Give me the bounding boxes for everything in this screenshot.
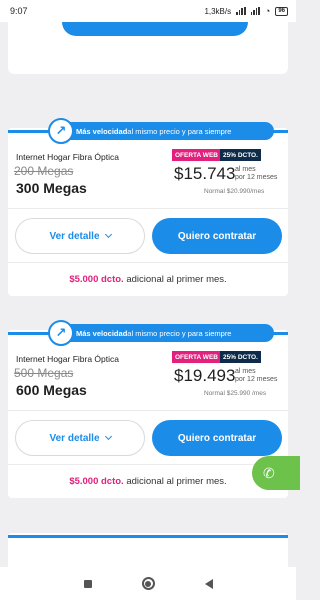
speed-banner: ↗ Más velocidad al mismo precio y para s… bbox=[48, 320, 274, 346]
divider bbox=[8, 262, 288, 263]
banner-bold-text: Más velocidad bbox=[76, 126, 128, 136]
new-speed: 300 Megas bbox=[16, 180, 87, 196]
discount-tag: 25% DCTO. bbox=[220, 149, 261, 161]
old-speed: 500 Megas bbox=[14, 366, 74, 380]
normal-price: Normal $25.990 /mes bbox=[204, 390, 267, 397]
speed-banner: ↗ Más velocidad al mismo precio y para s… bbox=[48, 118, 274, 144]
speed-up-arrow-icon: ↗ bbox=[48, 320, 74, 346]
speed-up-arrow-icon: ↗ bbox=[48, 118, 74, 144]
card-accent-line bbox=[8, 535, 288, 538]
price-period-month: al mes bbox=[235, 166, 256, 173]
price-period-month: al mes bbox=[235, 368, 256, 375]
extra-discount-amount: $5.000 dcto. bbox=[69, 476, 124, 487]
status-bar: 9:07 1,3kB/s ◔ 96 bbox=[0, 0, 296, 22]
price-period: al mes por 12 meses bbox=[235, 166, 277, 182]
divider bbox=[8, 208, 288, 209]
price: $19.493 bbox=[174, 366, 236, 385]
old-speed: 200 Megas bbox=[14, 164, 74, 178]
status-icons: 1,3kB/s ◔ 96 bbox=[204, 6, 288, 16]
price-period: al mes por 12 meses bbox=[235, 368, 277, 384]
next-plan-card bbox=[8, 533, 288, 567]
discount-tag: 25% DCTO. bbox=[220, 351, 261, 363]
buy-button[interactable]: Quiero contratar bbox=[152, 218, 282, 254]
signal-icon bbox=[236, 7, 246, 15]
battery-icon: 96 bbox=[275, 6, 288, 16]
price-period-duration: por 12 meses bbox=[235, 174, 278, 181]
view-detail-button[interactable]: Ver detalle bbox=[15, 218, 145, 254]
extra-discount: $5.000 dcto. adicional al primer mes. bbox=[8, 476, 288, 487]
chevron-down-icon bbox=[104, 432, 112, 441]
banner-text: al mismo precio y para siempre bbox=[127, 328, 232, 338]
extra-discount-text: adicional al primer mes. bbox=[123, 274, 227, 285]
plan-name: Internet Hogar Fibra Óptica bbox=[16, 152, 119, 162]
chat-phone-icon: ✆ bbox=[263, 464, 275, 481]
offer-web-tag: OFERTA WEB bbox=[172, 149, 221, 161]
buy-button[interactable]: Quiero contratar bbox=[152, 420, 282, 456]
normal-price: Normal $20.990/mes bbox=[204, 188, 265, 195]
plan-card: ↗ Más velocidad al mismo precio y para s… bbox=[8, 118, 288, 296]
home-icon[interactable] bbox=[141, 577, 155, 590]
view-detail-label: Ver detalle bbox=[49, 432, 100, 444]
previous-card-button[interactable] bbox=[62, 22, 248, 36]
extra-discount-amount: $5.000 dcto. bbox=[69, 274, 124, 285]
network-speed: 1,3kB/s bbox=[204, 6, 232, 16]
view-detail-button[interactable]: Ver detalle bbox=[15, 420, 145, 456]
wifi-icon: ◔ bbox=[264, 6, 271, 16]
banner-text: al mismo precio y para siempre bbox=[127, 126, 232, 136]
divider bbox=[8, 410, 288, 411]
offer-web-tag: OFERTA WEB bbox=[172, 351, 221, 363]
chat-button[interactable]: ✆ bbox=[252, 456, 300, 490]
plan-card: ↗ Más velocidad al mismo precio y para s… bbox=[8, 320, 288, 498]
banner-bold-text: Más velocidad bbox=[76, 328, 128, 338]
android-nav-bar bbox=[0, 567, 296, 600]
back-icon[interactable] bbox=[204, 578, 213, 589]
divider bbox=[8, 464, 288, 465]
signal-icon bbox=[250, 7, 260, 15]
price-period-duration: por 12 meses bbox=[235, 376, 278, 383]
price: $15.743 bbox=[174, 164, 236, 183]
status-time: 9:07 bbox=[10, 6, 28, 16]
recents-icon[interactable] bbox=[83, 579, 92, 588]
view-detail-label: Ver detalle bbox=[49, 230, 100, 242]
chevron-down-icon bbox=[104, 230, 112, 239]
extra-discount: $5.000 dcto. adicional al primer mes. bbox=[8, 274, 288, 285]
new-speed: 600 Megas bbox=[16, 382, 87, 398]
extra-discount-text: adicional al primer mes. bbox=[123, 476, 227, 487]
plan-name: Internet Hogar Fibra Óptica bbox=[16, 354, 119, 364]
